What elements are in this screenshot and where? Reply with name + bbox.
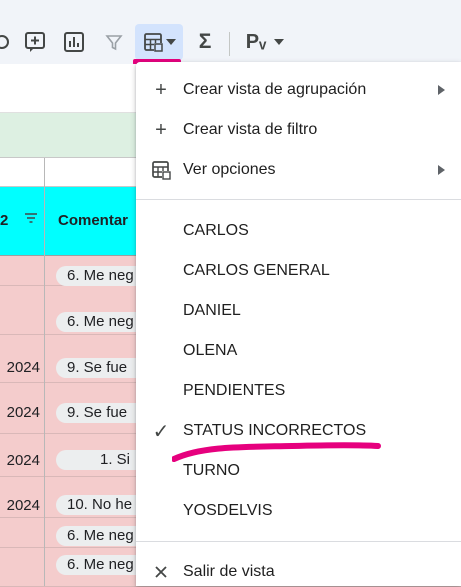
menu-item-view-carlos[interactable]: CARLOS (136, 211, 461, 251)
chevron-down-icon (166, 39, 176, 45)
submenu-arrow-icon (438, 165, 445, 175)
toolbar: Σ Pᵥ (0, 0, 461, 65)
date-cell[interactable]: 2024 (0, 359, 40, 376)
menu-divider (136, 199, 461, 200)
close-icon (150, 561, 172, 583)
filter-views-icon (150, 159, 172, 181)
submenu-arrow-icon (438, 85, 445, 95)
filter-views-icon (144, 33, 163, 52)
plus-icon: + (155, 78, 167, 101)
insert-chart-icon[interactable] (61, 24, 87, 60)
link-icon[interactable] (0, 24, 12, 60)
toolbar-divider (229, 32, 230, 56)
menu-item-view-pendientes[interactable]: PENDIENTES (136, 371, 461, 411)
menu-item-label: YOSDELVIS (183, 502, 273, 519)
menu-item-label: TURNO (183, 462, 240, 479)
filter-views-button[interactable] (135, 24, 183, 60)
plus-icon: + (155, 118, 167, 141)
menu-item-label: OLENA (183, 342, 238, 359)
header-cell[interactable]: 2 (0, 212, 8, 229)
column-filter-icon[interactable] (23, 210, 39, 226)
menu-item-label: Ver opciones (183, 161, 276, 178)
highlight-scribble (172, 442, 381, 462)
check-icon: ✓ (152, 420, 170, 443)
menu-item-view-daniel[interactable]: DANIEL (136, 291, 461, 331)
menu-divider (136, 541, 461, 542)
date-cell[interactable]: 2024 (0, 404, 40, 421)
menu-item-label: PENDIENTES (183, 382, 286, 399)
input-tools-button[interactable]: Pᵥ (240, 24, 290, 60)
menu-item-view-yosdelvis[interactable]: YOSDELVIS (136, 491, 461, 531)
functions-icon[interactable]: Σ (193, 24, 217, 60)
menu-item-label: DANIEL (183, 302, 241, 319)
filter-views-menu: + Crear vista de agrupación + Crear vist… (136, 62, 461, 586)
input-tools-icon: Pᵥ (245, 30, 267, 53)
date-cell[interactable]: 2024 (0, 497, 40, 514)
insert-comment-icon[interactable] (22, 24, 48, 60)
header-cell-comentario[interactable]: Comentar (58, 212, 128, 229)
menu-item-label: CARLOS (183, 222, 249, 239)
date-cell[interactable]: 2024 (0, 452, 40, 469)
menu-item-create-filter-view[interactable]: + Crear vista de filtro (136, 110, 461, 150)
column-gridline (44, 158, 45, 586)
menu-item-exit-view[interactable]: Salir de vista (136, 552, 461, 586)
menu-item-create-group-view[interactable]: + Crear vista de agrupación (136, 70, 461, 110)
chevron-down-icon (274, 39, 285, 45)
filter-icon[interactable] (101, 24, 127, 60)
menu-item-view-carlos-general[interactable]: CARLOS GENERAL (136, 251, 461, 291)
menu-item-label: CARLOS GENERAL (183, 262, 330, 279)
menu-item-label: Salir de vista (183, 563, 275, 580)
menu-item-label: Crear vista de filtro (183, 121, 318, 138)
menu-item-view-options[interactable]: Ver opciones (136, 150, 461, 190)
menu-item-view-olena[interactable]: OLENA (136, 331, 461, 371)
menu-item-label: Crear vista de agrupación (183, 81, 367, 98)
